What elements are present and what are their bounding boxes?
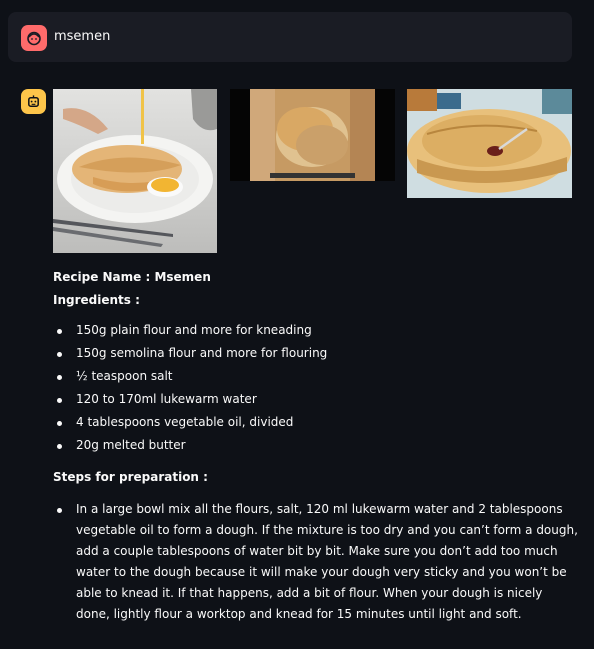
- user-message: msemen: [8, 12, 572, 62]
- bullet: [57, 507, 62, 513]
- list-item: 150g semolina flour and more for flourin…: [53, 342, 578, 365]
- bullet: [57, 375, 62, 380]
- ingredients-heading: Ingredients :: [53, 292, 140, 307]
- msemen-stack-photo[interactable]: [230, 89, 395, 181]
- bullet: [57, 329, 62, 334]
- list-item: 20g melted butter: [53, 434, 578, 457]
- bullet: [57, 352, 62, 357]
- robot-icon: [28, 95, 39, 107]
- msemen-platter-with-tea-photo[interactable]: [407, 89, 572, 198]
- ingredient-text: 150g plain flour and more for kneading: [76, 323, 312, 337]
- ingredient-text: ½ teaspoon salt: [76, 369, 173, 383]
- list-item: 150g plain flour and more for kneading: [53, 319, 578, 342]
- assistant-avatar: [21, 89, 46, 114]
- bullet: [57, 444, 62, 449]
- steps-list: In a large bowl mix all the flours, salt…: [53, 499, 578, 625]
- ingredient-text: 120 to 170ml lukewarm water: [76, 392, 257, 406]
- ingredient-text: 20g melted butter: [76, 438, 186, 452]
- user-message-text: msemen: [54, 29, 111, 44]
- step-text: In a large bowl mix all the flours, salt…: [76, 501, 578, 621]
- list-item: ½ teaspoon salt: [53, 365, 578, 388]
- face-icon: [27, 31, 41, 46]
- list-item: 4 tablespoons vegetable oil, divided: [53, 411, 578, 434]
- ingredient-text: 150g semolina flour and more for flourin…: [76, 346, 328, 360]
- bullet: [57, 398, 62, 403]
- user-avatar: [21, 25, 47, 51]
- recipe-content: Recipe Name : Msemen Ingredients : 150g …: [53, 266, 578, 625]
- steps-heading: Steps for preparation :: [53, 470, 208, 484]
- recipe-name: Recipe Name : Msemen: [53, 270, 211, 284]
- ingredient-text: 4 tablespoons vegetable oil, divided: [76, 415, 294, 429]
- bullet: [57, 421, 62, 426]
- list-item: 120 to 170ml lukewarm water: [53, 388, 578, 411]
- list-item: In a large bowl mix all the flours, salt…: [53, 499, 578, 625]
- ingredients-list: 150g plain flour and more for kneading 1…: [53, 319, 578, 457]
- msemen-plate-with-honey-photo[interactable]: [53, 89, 217, 253]
